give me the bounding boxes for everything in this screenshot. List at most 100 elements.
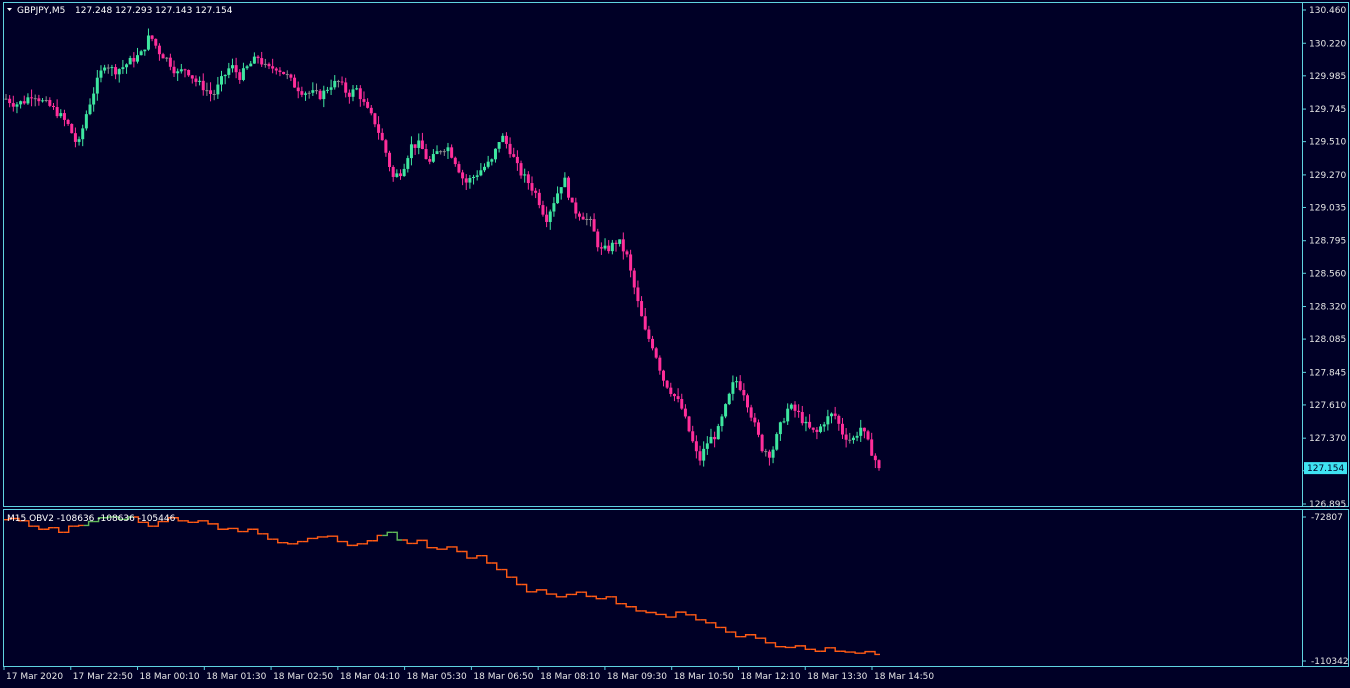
candle-body [245,66,249,69]
price-tick-label: 127.845 [1309,368,1346,378]
candle-body [475,175,479,177]
candle-body [51,105,55,108]
obv-segment [471,555,482,559]
candle-body [81,128,85,140]
candle-body [209,90,213,94]
candle-body [472,176,476,179]
candle-body [377,124,381,133]
obv-segment [53,527,64,534]
last-price-value: 127.154 [1307,464,1344,474]
obv-segment [342,540,353,547]
candle-body [493,148,497,160]
candle-body [344,82,348,93]
candle-body [727,393,731,405]
price-tick-label: 130.460 [1309,6,1346,16]
candle-body [99,70,103,78]
candle-body [778,422,782,435]
time-tick-label: 18 Mar 08:10 [540,672,600,682]
candle-body [62,113,66,120]
indicator-frame[interactable] [3,509,1303,667]
obv-segment [332,535,343,543]
candle-body [8,98,12,104]
candle-body [355,88,359,90]
candle-body [318,90,322,100]
obv-segment [790,645,801,649]
obv-segment [700,619,711,624]
obv-segment [193,520,204,524]
candle-body [746,395,750,408]
candle-body [501,135,505,143]
price-tick-label: 129.985 [1309,72,1346,82]
candle-body [187,69,191,76]
candle-body [556,193,560,204]
candle-body [647,329,651,339]
candle-body [424,149,428,160]
candle-body [753,417,757,423]
candle-body [157,45,161,55]
time-tick-label: 18 Mar 00:10 [140,672,200,682]
main-chart-frame[interactable] [3,2,1303,507]
candle-body [176,71,180,74]
candle-body [786,408,790,422]
candle-body [705,443,709,449]
candle-body [804,421,808,424]
candle-body [216,84,220,95]
candle-body [388,152,392,167]
candle-body [307,92,311,94]
candle-body [504,135,508,144]
candle-body [658,357,662,371]
time-tick-label: 18 Mar 13:30 [807,672,867,682]
candle-body [92,93,96,105]
candle-body [150,35,154,39]
time-tick-label: 18 Mar 04:10 [340,672,400,682]
obv-segment [531,589,542,593]
candle-body [220,76,224,85]
candle-body [614,242,618,244]
obv-segment [581,591,592,598]
candle-body [88,104,92,115]
time-tick-label: 18 Mar 02:50 [273,672,333,682]
price-tick-label: 129.510 [1309,138,1346,148]
obv-segment [661,613,671,618]
obv-segment [432,546,442,550]
candle-body [599,247,603,249]
obv-segment [611,596,622,605]
price-tick-label: 128.085 [1309,335,1346,345]
candle-body [347,92,351,97]
candle-body [654,348,658,358]
candle-body [851,437,855,441]
obv-segment [491,562,502,571]
candle-body [37,98,41,102]
candle-body [563,177,567,188]
candle-body [369,107,373,114]
symbol-dropdown-icon[interactable] [7,8,12,11]
obv-segment [272,538,283,544]
obv-segment [810,648,821,652]
obv-segment [690,614,701,621]
candle-body [143,49,147,52]
candle-body [428,159,432,162]
obv-segment [680,611,691,616]
candle-body [771,449,775,458]
candle-body [293,77,297,88]
obv-segment [43,527,54,530]
candle-body [515,156,519,164]
candle-body [139,51,143,56]
candle-body [585,218,589,220]
candle-body [431,154,435,162]
candle-body [194,78,198,82]
candle-body [713,436,717,440]
candle-body [33,98,37,100]
candle-body [541,205,545,215]
candle-body [201,80,205,91]
candle-body [15,104,19,107]
candle-body [577,213,581,217]
candle-body [117,69,121,75]
candle-body [760,434,764,452]
candle-body [351,89,355,97]
candle-body [691,431,695,442]
price-tick-label: 129.745 [1309,105,1346,115]
obv-segment [33,525,44,530]
candle-body [822,424,826,427]
obv-segment [372,534,383,542]
